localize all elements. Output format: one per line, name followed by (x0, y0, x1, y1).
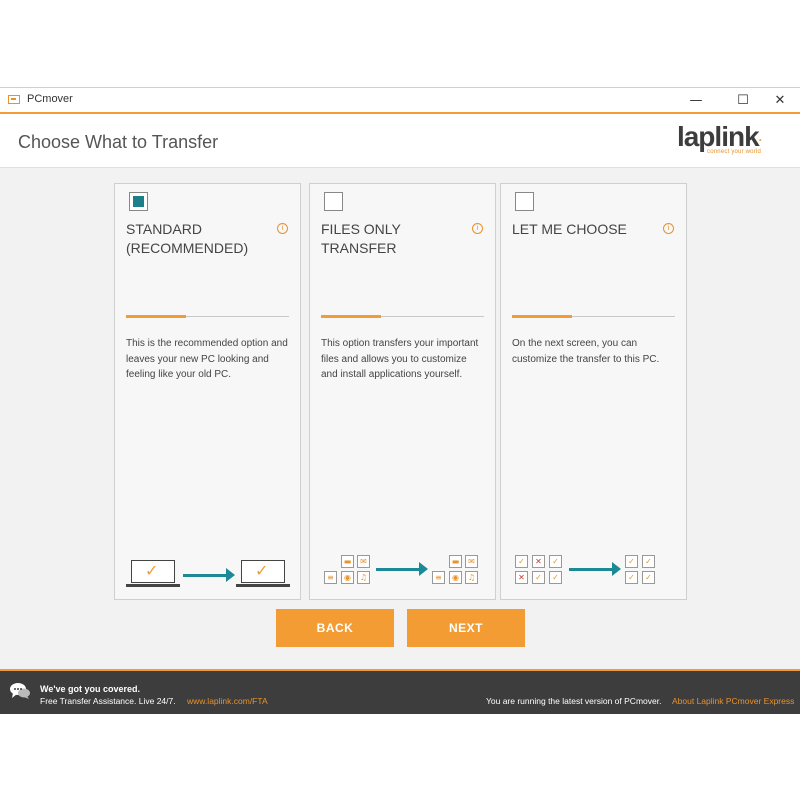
footer-headline: We've got you covered. (40, 684, 141, 694)
option-card-let-me-choose[interactable]: LET ME CHOOSE i On the next screen, you … (500, 183, 687, 600)
mail-icon: ✉ (357, 555, 370, 568)
check-icon: ✓ (625, 571, 638, 584)
old-laptop-icon: ✓ (126, 560, 180, 587)
card-accent-bar (126, 315, 186, 318)
camera-icon: ◉ (449, 571, 462, 584)
laplink-logo: laplink. connect your world (676, 121, 762, 156)
files-transfer-illustration: ▬ ✉ ≡ ◉ ♫ ▬ ✉ ≡ ◉ ♫ (310, 552, 497, 592)
folder-icon: ▬ (449, 555, 462, 568)
pcmover-window: PCmover — ☐ ✕ Choose What to Transfer la… (0, 87, 800, 714)
close-button[interactable]: ✕ (765, 90, 795, 110)
card-title: FILES ONLY TRANSFER (321, 221, 401, 256)
card-description: This option transfers your important fil… (321, 338, 479, 380)
card-accent-bar (512, 315, 572, 318)
document-icon: ≡ (432, 571, 445, 584)
check-icon: ✓ (642, 571, 655, 584)
page-title: Choose What to Transfer (18, 132, 219, 152)
logo-wordmark: laplink. (676, 121, 762, 152)
card-accent-bar (321, 315, 381, 318)
music-icon: ♫ (465, 571, 478, 584)
music-icon: ♫ (357, 571, 370, 584)
mail-icon: ✉ (465, 555, 478, 568)
document-icon: ≡ (324, 571, 337, 584)
pcmover-app-icon (8, 95, 20, 104)
next-button[interactable]: NEXT (407, 609, 525, 647)
window-title: PCmover (27, 93, 73, 105)
footer-bar: We've got you covered. Free Transfer Ass… (0, 671, 800, 714)
card-description: This is the recommended option and leave… (126, 338, 288, 380)
transfer-arrow-icon (569, 562, 621, 576)
minimize-button[interactable]: — (681, 90, 711, 110)
standard-checkbox[interactable] (129, 192, 148, 211)
new-laptop-icon: ✓ (236, 560, 290, 587)
files-only-checkbox[interactable] (324, 192, 343, 211)
check-icon: ✓ (625, 555, 638, 568)
info-icon[interactable]: i (472, 223, 483, 234)
cross-icon: ✕ (532, 555, 545, 568)
check-icon: ✓ (642, 555, 655, 568)
maximize-button[interactable]: ☐ (728, 90, 758, 110)
let-me-choose-checkbox[interactable] (515, 192, 534, 211)
title-bar: PCmover — ☐ ✕ (0, 88, 800, 112)
card-title: LET ME CHOOSE (512, 221, 627, 237)
transfer-arrow-icon (183, 568, 235, 582)
check-icon: ✓ (549, 555, 562, 568)
info-icon[interactable]: i (663, 223, 674, 234)
info-icon[interactable]: i (277, 223, 288, 234)
choose-items-illustration: ✓ ✕ ✓ ✕ ✓ ✓ ✓ ✓ ✓ ✓ (501, 552, 688, 592)
card-title: STANDARD (RECOMMENDED) (126, 221, 249, 256)
page-header: Choose What to Transfer laplink. connect… (0, 114, 800, 168)
check-icon: ✓ (515, 555, 528, 568)
folder-icon: ▬ (341, 555, 354, 568)
pc-to-pc-illustration: ✓ ✓ (115, 552, 302, 592)
card-description: On the next screen, you can customize th… (512, 338, 660, 365)
back-button[interactable]: BACK (276, 609, 394, 647)
about-link[interactable]: About Laplink PCmover Express (672, 696, 794, 706)
chat-bubbles-icon (10, 683, 30, 699)
footer-subline: Free Transfer Assistance. Live 24/7. (40, 696, 176, 706)
transfer-arrow-icon (376, 562, 428, 576)
version-status: You are running the latest version of PC… (486, 696, 662, 706)
option-card-files-only[interactable]: FILES ONLY TRANSFER i This option transf… (309, 183, 496, 600)
check-icon: ✓ (532, 571, 545, 584)
camera-icon: ◉ (341, 571, 354, 584)
check-icon: ✓ (549, 571, 562, 584)
cross-icon: ✕ (515, 571, 528, 584)
fta-link[interactable]: www.laplink.com/FTA (187, 696, 268, 706)
option-card-standard[interactable]: STANDARD (RECOMMENDED) i This is the rec… (114, 183, 301, 600)
